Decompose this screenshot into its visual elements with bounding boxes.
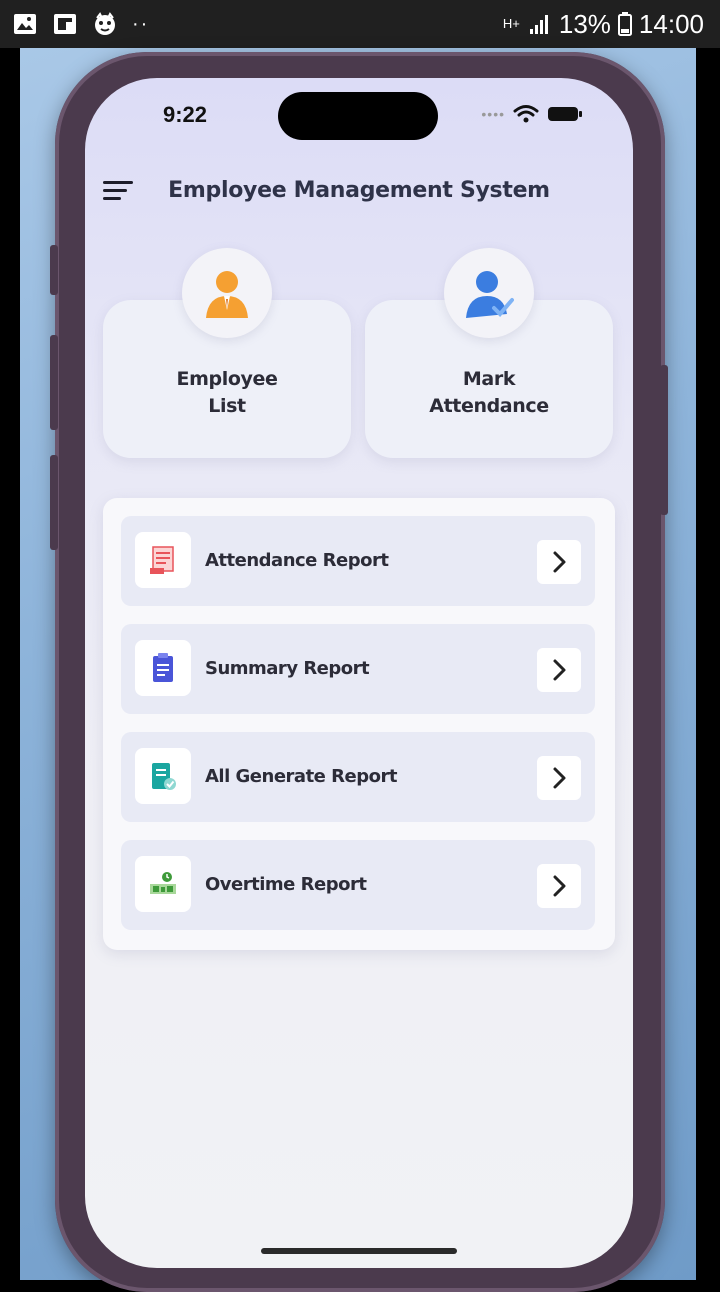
- mark-attendance-label: Mark Attendance: [365, 366, 613, 420]
- android-status-bar: ·· H+ 13% 14:00: [0, 0, 720, 48]
- summary-report-row[interactable]: Summary Report: [121, 624, 595, 714]
- more-notifications-indicator: ··: [132, 12, 150, 35]
- generate-report-icon: [135, 748, 191, 804]
- all-generate-report-row[interactable]: All Generate Report: [121, 732, 595, 822]
- chevron-right-icon: [553, 875, 566, 897]
- phone-mute-button: [50, 245, 58, 295]
- battery-percent: 13%: [558, 8, 611, 39]
- employee-list-label-line2: List: [208, 395, 246, 417]
- overtime-report-label: Overtime Report: [205, 874, 367, 895]
- mark-attendance-label-line2: Attendance: [429, 395, 549, 417]
- attendance-report-label: Attendance Report: [205, 550, 389, 571]
- ios-status-icons: ••••: [481, 104, 583, 124]
- ios-signal-dots: ••••: [481, 106, 505, 122]
- network-type-label: H+: [502, 16, 520, 31]
- phone-power-button: [660, 365, 668, 515]
- overtime-report-chevron-button[interactable]: [537, 864, 581, 908]
- ios-clock: 9:22: [163, 102, 208, 127]
- phone-volume-up-button: [50, 335, 58, 430]
- phone-screen: 9:22 •••• Employee Management System Emp…: [85, 78, 633, 1268]
- ios-battery-icon: [548, 107, 582, 121]
- chevron-right-icon: [553, 551, 566, 573]
- attendance-report-chevron-button[interactable]: [537, 540, 581, 584]
- flipboard-icon: [54, 14, 76, 34]
- employee-list-label-line1: Employee: [176, 368, 278, 390]
- signal-icon: [529, 15, 548, 34]
- attendance-user-icon: [444, 248, 534, 338]
- wifi-icon: [513, 105, 539, 123]
- battery-icon: [617, 12, 632, 36]
- all-generate-report-chevron-button[interactable]: [537, 756, 581, 800]
- phone-volume-down-button: [50, 455, 58, 550]
- chevron-right-icon: [553, 659, 566, 681]
- overtime-report-icon: [135, 856, 191, 912]
- employee-list-label: Employee List: [103, 366, 351, 420]
- dynamic-island: [278, 92, 438, 140]
- clock: 14:00: [638, 8, 704, 39]
- app-title: Employee Management System: [168, 178, 550, 203]
- attendance-report-row[interactable]: Attendance Report: [121, 516, 595, 606]
- gallery-icon: [14, 14, 36, 34]
- mark-attendance-label-line1: Mark: [462, 368, 516, 390]
- attendance-report-icon: [135, 532, 191, 588]
- summary-report-icon: [135, 640, 191, 696]
- app-header: Employee Management System: [85, 168, 633, 212]
- chevron-right-icon: [553, 767, 566, 789]
- all-generate-report-label: All Generate Report: [205, 766, 397, 787]
- reports-card: Attendance Report Summary Report All Gen…: [103, 498, 615, 950]
- summary-report-chevron-button[interactable]: [537, 648, 581, 692]
- mascot-icon: [95, 12, 115, 35]
- summary-report-label: Summary Report: [205, 658, 370, 679]
- employee-icon: [182, 248, 272, 338]
- home-indicator[interactable]: [261, 1248, 457, 1254]
- overtime-report-row[interactable]: Overtime Report: [121, 840, 595, 930]
